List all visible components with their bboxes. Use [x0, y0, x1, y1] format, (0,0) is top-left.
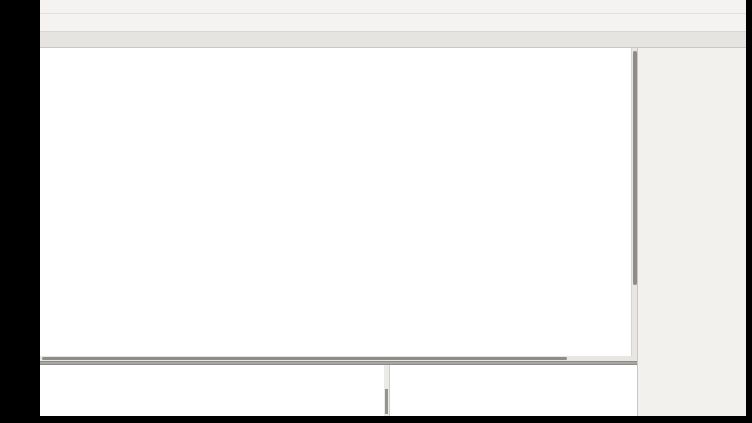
toolbar [40, 14, 746, 32]
gnuradio-companion-window [40, 0, 746, 416]
screen [0, 0, 752, 423]
scrollbar-thumb[interactable] [385, 389, 388, 414]
console-scrollbar[interactable] [384, 365, 389, 416]
menu-bar [40, 0, 746, 14]
scrollbar-thumb[interactable] [633, 51, 637, 285]
tab-bar [40, 32, 746, 48]
console-log [40, 365, 384, 416]
main-area [40, 48, 746, 416]
canvas-vertical-scrollbar[interactable] [631, 48, 637, 356]
canvas-column [40, 48, 637, 416]
canvas-horizontal-scrollbar[interactable] [40, 356, 637, 361]
console-panel [40, 365, 390, 416]
flowgraph-canvas[interactable] [40, 48, 631, 356]
canvas-viewport [40, 48, 637, 356]
variable-inspector [390, 365, 637, 416]
scrollbar-thumb[interactable] [42, 357, 567, 360]
bottom-panels [40, 365, 637, 416]
block-library-sidebar [637, 48, 746, 416]
